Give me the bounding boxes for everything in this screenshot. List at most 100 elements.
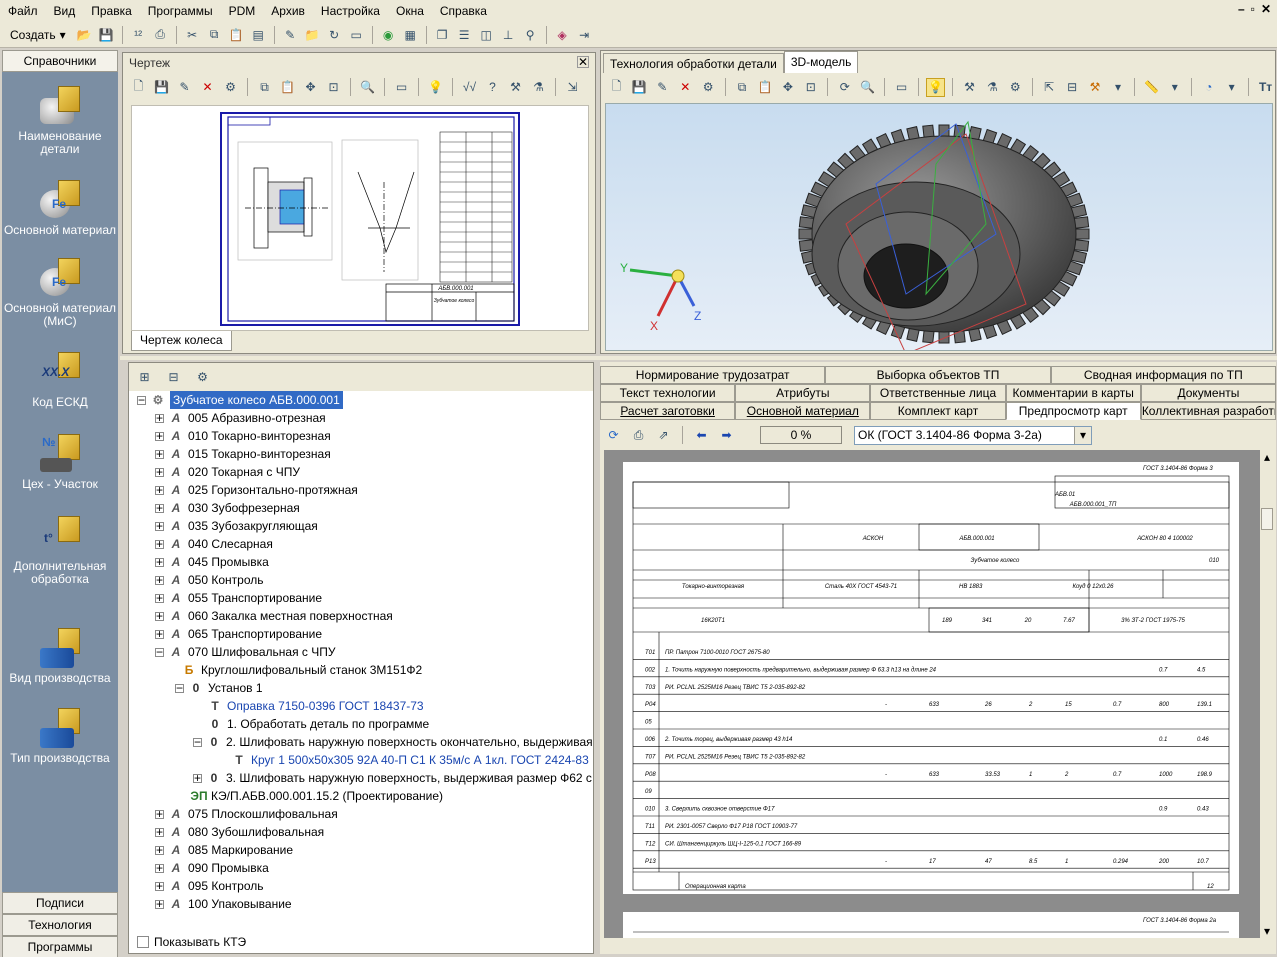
tree-operation[interactable]: + A 020 Токарная с ЧПУ — [155, 463, 300, 481]
orientation-icon[interactable]: ◔ — [1199, 78, 1218, 97]
tree-operation[interactable]: + A 035 Зубозакругляющая — [155, 517, 318, 535]
collapse-icon[interactable]: − — [175, 682, 184, 694]
expand-icon[interactable]: + — [155, 484, 164, 496]
expand-icon[interactable]: + — [155, 574, 164, 586]
tree-root[interactable]: − ⚙ Зубчатое колесо АБВ.000.001 — [137, 391, 343, 409]
sidebar-item-material[interactable]: Fe Основной материал — [2, 180, 118, 237]
chevron-down-icon[interactable]: ▾ — [1074, 426, 1091, 444]
arrange-icon[interactable]: ⊥ — [499, 25, 518, 44]
edit-model-icon[interactable]: ✎ — [653, 78, 672, 97]
rotate-icon[interactable]: ⟳ — [835, 78, 854, 97]
tree-operation[interactable]: − A 070 Шлифовальная с ЧПУ — [155, 643, 336, 661]
prev-page-icon[interactable]: ⬅ — [692, 426, 711, 445]
paste-icon[interactable]: 📋 — [756, 78, 775, 97]
edit-icon[interactable]: ✎ — [281, 25, 300, 44]
settings-icon[interactable]: ⚙ — [699, 78, 718, 97]
new-doc-icon[interactable]: 🗋 — [129, 78, 148, 97]
delete-icon[interactable]: ✕ — [198, 78, 217, 97]
menu-view[interactable]: Вид — [46, 0, 84, 22]
sidebar-item-extra-processing[interactable]: t° Дополнительная обработка — [2, 516, 118, 586]
restore-button[interactable]: ▫ — [1251, 2, 1255, 16]
tree-operation[interactable]: + A 010 Токарно-винторезная — [155, 427, 331, 445]
tab-3d-model[interactable]: 3D-модель — [783, 51, 859, 73]
settings-icon[interactable]: ⚙ — [221, 78, 240, 97]
tab-card-set[interactable]: Комплект карт — [870, 402, 1006, 420]
expand-tree-icon[interactable]: ⊞ — [135, 368, 154, 387]
cascade-icon[interactable]: ❐ — [433, 25, 452, 44]
section-icon[interactable]: ⊟ — [1063, 78, 1082, 97]
tab-collective[interactable]: Коллективная разработка — [1140, 402, 1277, 420]
tree-fixture[interactable]: T Оправка 7150-0396 ГОСТ 18437-73 — [207, 697, 423, 715]
hammer-icon[interactable]: ⚒ — [1086, 78, 1105, 97]
tree-settings-icon[interactable]: ⚙ — [193, 368, 212, 387]
expand-icon[interactable]: + — [155, 556, 164, 568]
tree-operation[interactable]: + A 050 Контроль — [155, 571, 263, 589]
book-icon[interactable]: ◈ — [553, 25, 572, 44]
scroll-up-icon[interactable]: ▴ — [1260, 450, 1274, 464]
frame-icon[interactable]: ▭ — [392, 78, 411, 97]
sidebar-item-workshop[interactable]: № Цех - Участок — [2, 434, 118, 491]
tree-step-2[interactable]: − 0 2. Шлифовать наружную поверхность ок… — [193, 733, 593, 751]
numbering-icon[interactable]: ¹² — [129, 25, 148, 44]
lightbulb-icon[interactable]: 💡 — [426, 78, 445, 97]
expand-icon[interactable]: + — [155, 466, 164, 478]
scroll-thumb[interactable] — [1261, 508, 1273, 530]
tab-card-preview[interactable]: Предпросмотр карт — [1005, 402, 1141, 420]
expand-icon[interactable]: + — [155, 520, 164, 532]
text-icon[interactable]: Tт — [1256, 78, 1275, 97]
export-icon[interactable]: ⇲ — [563, 78, 582, 97]
close-button[interactable]: ✕ — [1261, 2, 1271, 16]
tree-operation[interactable]: + A 025 Горизонтально-протяжная — [155, 481, 358, 499]
tree-operation[interactable]: + A 100 Упаковывание — [155, 895, 292, 913]
process-icon[interactable]: ⚗ — [529, 78, 548, 97]
zoom-icon[interactable]: 🔍 — [858, 78, 877, 97]
tree-operation[interactable]: + A 005 Абразивно-отрезная — [155, 409, 326, 427]
tree-operation[interactable]: + A 075 Плоскошлифовальная — [155, 805, 338, 823]
tree-operation[interactable]: + A 060 Закалка местная поверхностная — [155, 607, 393, 625]
expand-icon[interactable]: + — [155, 448, 164, 460]
window-icon[interactable]: ▭ — [347, 25, 366, 44]
sidebar-item-eskd[interactable]: XX.X Код ЕСКД — [2, 352, 118, 409]
tree-operation[interactable]: + A 015 Токарно-винторезная — [155, 445, 331, 463]
collapse-icon[interactable]: − — [193, 736, 202, 748]
info-icon[interactable]: ? — [483, 78, 502, 97]
tab-responsible[interactable]: Ответственные лица — [870, 384, 1006, 402]
pan-icon[interactable]: ✥ — [301, 78, 320, 97]
save-icon[interactable]: 💾 — [97, 25, 116, 44]
process-icon[interactable]: ⚗ — [983, 78, 1002, 97]
expand-icon[interactable]: + — [155, 898, 164, 910]
import-icon[interactable]: ⇱ — [1040, 78, 1059, 97]
sidebar-item-production-type[interactable]: Тип производства — [2, 708, 118, 765]
tree-sketch[interactable]: ЭП КЭ/П.АБВ.000.001.15.2 (Проектирование… — [190, 787, 443, 805]
frame-icon[interactable]: ▭ — [892, 78, 911, 97]
tree-setup[interactable]: − 0 Установ 1 — [175, 679, 263, 697]
sidebar-header[interactable]: Справочники — [2, 50, 118, 72]
tree-operation[interactable]: + A 080 Зубошлифовальная — [155, 823, 324, 841]
tile-horizontal-icon[interactable]: ☰ — [455, 25, 474, 44]
tab-technology-text[interactable]: Текст технологии — [600, 384, 736, 402]
collapse-icon[interactable]: − — [155, 646, 164, 658]
sidebar-item-material-mis[interactable]: Fe Основной материал (МиС) — [2, 258, 118, 328]
library-icon[interactable]: ◉ — [379, 25, 398, 44]
checkbox[interactable] — [137, 936, 149, 948]
dropdown-arrow-icon[interactable]: ▾ — [1222, 78, 1241, 97]
export-icon[interactable]: ⇗ — [654, 426, 673, 445]
zoom-fit-icon[interactable]: ⊡ — [801, 78, 820, 97]
expand-icon[interactable]: + — [193, 772, 202, 784]
user-icon[interactable]: ⚲ — [521, 25, 540, 44]
expand-icon[interactable]: + — [155, 826, 164, 838]
geometry-icon[interactable]: ⚒ — [506, 78, 525, 97]
sidebar-item-production-kind[interactable]: Вид производства — [2, 628, 118, 685]
tab-blank-calc[interactable]: Расчет заготовки — [600, 402, 736, 420]
open-folder-icon[interactable]: 📂 — [75, 25, 94, 44]
expand-icon[interactable]: + — [155, 862, 164, 874]
menu-pdm[interactable]: PDM — [221, 0, 264, 22]
menu-edit[interactable]: Правка — [83, 0, 140, 22]
dropdown-arrow-icon[interactable]: ▾ — [1109, 78, 1128, 97]
minimize-button[interactable]: – — [1238, 2, 1245, 16]
tools-icon[interactable]: ⚙ — [1006, 78, 1025, 97]
copy-icon[interactable]: ⧉ — [205, 25, 224, 44]
expand-icon[interactable]: + — [155, 412, 164, 424]
save-model-icon[interactable]: 💾 — [630, 78, 649, 97]
tree-operation[interactable]: + A 095 Контроль — [155, 877, 263, 895]
